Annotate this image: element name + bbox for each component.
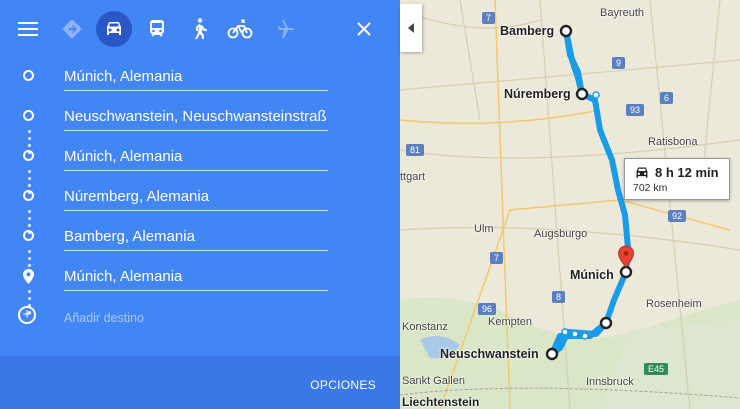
road-shield: 96: [478, 303, 497, 315]
city-label: Neuschwanstein: [440, 347, 539, 361]
city-label: Núremberg: [504, 87, 571, 101]
waypoint-circle-icon: [23, 110, 34, 121]
place-label: Ratisbona: [648, 136, 698, 148]
route-distance: 702 km: [633, 182, 668, 194]
add-destination-label[interactable]: Añadir destino: [64, 311, 144, 325]
panel-footer: OPCIONES: [0, 356, 400, 409]
place-label: Augsburgo: [534, 228, 588, 240]
close-icon[interactable]: [344, 9, 384, 49]
road-shield: E45: [644, 363, 669, 375]
road-shield: 9: [612, 57, 626, 69]
place-label: ttgart: [400, 171, 426, 183]
red-pin-icon: [618, 245, 634, 268]
stop-input[interactable]: Neuschwanstein, Neuschwansteinstraß: [64, 106, 328, 131]
route-info-callout[interactable]: 8 h 12 min 702 km: [624, 158, 730, 200]
chevron-left-icon: [408, 23, 414, 33]
stop-input[interactable]: Múnich, Alemania: [64, 146, 328, 171]
waypoint-circle-icon: [23, 230, 34, 241]
waypoint-circle-icon: [23, 190, 34, 201]
place-label: Kempten: [488, 316, 533, 328]
place-label: Innsbruck: [586, 376, 634, 388]
car-icon[interactable]: [96, 11, 132, 47]
route-duration: 8 h 12 min: [655, 165, 719, 180]
add-destination-row[interactable]: + Añadir destino: [0, 300, 400, 336]
place-label: Bayreuth: [600, 7, 645, 19]
collapse-panel-button[interactable]: [400, 4, 422, 52]
bike-icon[interactable]: [220, 9, 260, 49]
place-label: Ulm: [474, 223, 494, 235]
destination-pin-icon: [23, 269, 35, 284]
waypoint-circle-icon: [23, 150, 34, 161]
road-shield: 93: [626, 104, 645, 116]
transit-icon[interactable]: [137, 9, 177, 49]
stop-input[interactable]: Múnich, Alemania: [64, 66, 328, 91]
add-circle-icon[interactable]: +: [18, 306, 36, 324]
stop-row: Múnich, Alemania: [0, 258, 400, 298]
place-label: Konstanz: [402, 321, 448, 333]
place-label: Liechtenstein: [402, 395, 480, 409]
options-button[interactable]: OPCIONES: [310, 378, 376, 392]
road-shield: 7: [482, 12, 496, 24]
travel-mode-bar: [0, 0, 400, 58]
stop-row: Múnich, Alemania: [0, 58, 400, 98]
stop-input[interactable]: Núremberg, Alemania: [64, 186, 328, 211]
map-canvas[interactable]: Bamberg Núremberg Múnich Neuschwanstein …: [400, 0, 740, 409]
stop-row: Neuschwanstein, Neuschwansteinstraß: [0, 98, 400, 138]
stop-input[interactable]: Múnich, Alemania: [64, 266, 328, 291]
road-shield: 7: [490, 252, 504, 264]
road-shield: 81: [406, 144, 425, 156]
stop-row: Núremberg, Alemania: [0, 178, 400, 218]
directions-panel: Múnich, Alemania Neuschwanstein, Neuschw…: [0, 0, 400, 409]
flight-icon[interactable]: [264, 9, 304, 49]
place-label: Rosenheim: [646, 298, 702, 310]
walk-icon[interactable]: [179, 9, 219, 49]
menu-icon[interactable]: [8, 9, 48, 49]
road-shield: 6: [660, 92, 674, 104]
stop-row: Múnich, Alemania: [0, 138, 400, 178]
road-shield: 92: [668, 210, 687, 222]
stop-input[interactable]: Bamberg, Alemania: [64, 226, 328, 251]
stop-row: Bamberg, Alemania: [0, 218, 400, 258]
city-label: Bamberg: [500, 24, 555, 38]
city-label: Múnich: [570, 268, 614, 282]
road-shield: 8: [552, 291, 566, 303]
place-label: Sankt Gallen: [402, 375, 465, 387]
best-route-icon[interactable]: [52, 9, 92, 49]
waypoint-circle-icon: [23, 70, 34, 81]
car-icon: [636, 167, 648, 178]
